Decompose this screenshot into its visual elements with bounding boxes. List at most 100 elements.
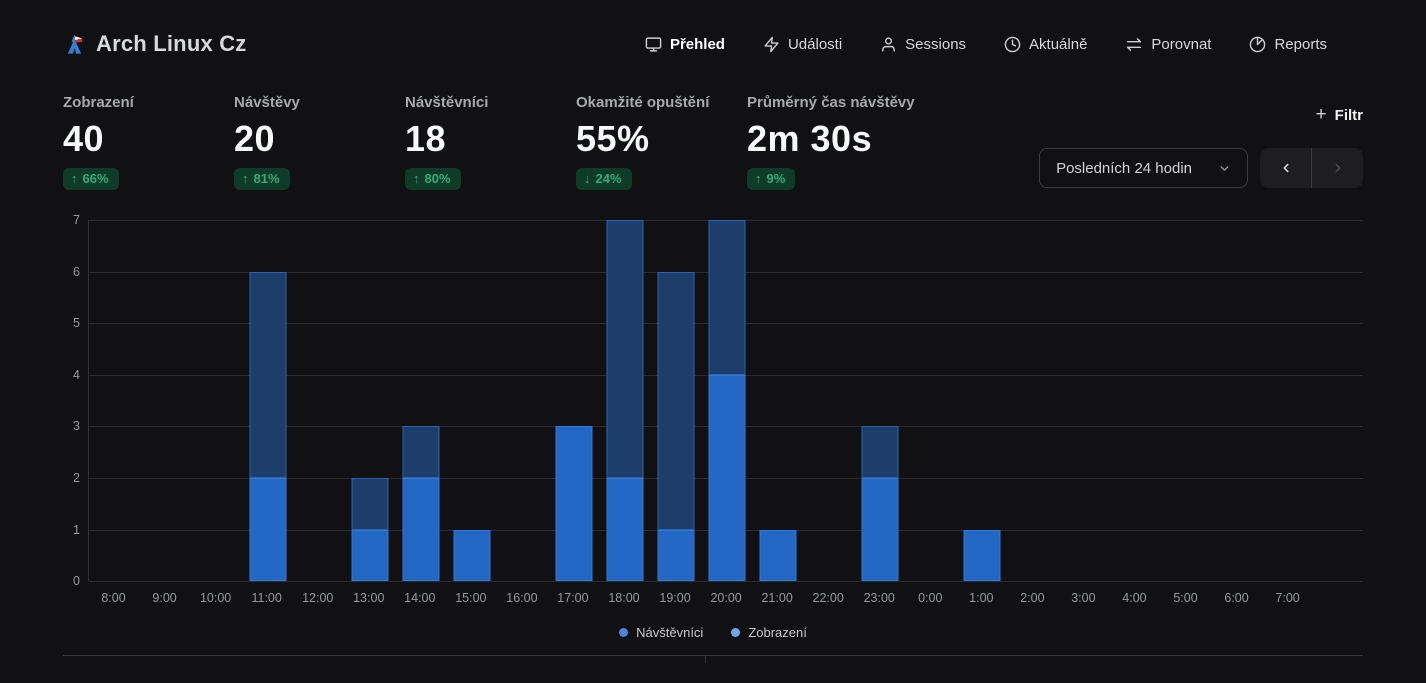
stat-change-badge: ↑ 66%: [63, 168, 119, 190]
next-period-button[interactable]: [1312, 148, 1363, 188]
date-range-value: Posledních 24 hodin: [1056, 160, 1192, 177]
stat-change: 66%: [83, 171, 109, 186]
x-tick-label: 7:00: [1262, 591, 1313, 605]
y-tick-label: 1: [73, 523, 80, 537]
x-tick-label: 5:00: [1160, 591, 1211, 605]
stat-value: 18: [405, 117, 576, 160]
nav-label: Porovnat: [1151, 36, 1211, 53]
arrow-down-icon: ↓: [584, 171, 591, 186]
nav-label: Přehled: [670, 36, 725, 53]
arrow-up-icon: ↑: [71, 171, 78, 186]
x-tick-label: 9:00: [139, 591, 190, 605]
lightning-icon: [763, 36, 780, 53]
nav-label: Sessions: [905, 36, 966, 53]
nav-item-reports[interactable]: Reports: [1249, 36, 1327, 53]
previous-period-button[interactable]: [1260, 148, 1311, 188]
bar-visitors: [657, 530, 694, 582]
site-title: Arch Linux Cz: [96, 31, 247, 57]
stat-value: 55%: [576, 117, 747, 160]
stat-navstevnici: Návštěvníci 18 ↑ 80%: [405, 94, 576, 190]
nav-item-prehled[interactable]: Přehled: [645, 36, 725, 53]
y-tick-label: 0: [73, 574, 80, 588]
legend-label: Zobrazení: [748, 625, 807, 640]
stat-navstevy: Návštěvy 20 ↑ 81%: [234, 94, 405, 190]
monitor-icon: [645, 36, 662, 53]
y-tick-label: 3: [73, 419, 80, 433]
nav-item-sessions[interactable]: Sessions: [880, 36, 966, 53]
stat-change-badge: ↑ 9%: [747, 168, 795, 190]
bottom-panels: [63, 655, 1363, 663]
date-pager: [1260, 148, 1363, 188]
legend-item[interactable]: Návštěvníci: [619, 625, 703, 640]
nav-item-udalosti[interactable]: Události: [763, 36, 842, 53]
x-tick-label: 16:00: [496, 591, 547, 605]
bar-views: [351, 478, 388, 530]
stat-change: 81%: [254, 171, 280, 186]
bar-visitors: [759, 530, 796, 582]
compare-arrows-icon: [1125, 36, 1143, 53]
y-tick-label: 5: [73, 316, 80, 330]
x-tick-label: 19:00: [650, 591, 701, 605]
bar-visitors: [708, 375, 745, 581]
y-tick-label: 2: [73, 471, 80, 485]
date-controls: Posledních 24 hodin: [1039, 148, 1363, 188]
bar-views: [657, 272, 694, 530]
legend-dot-icon: [731, 628, 740, 637]
bar-slot: [956, 220, 1007, 581]
legend-item[interactable]: Zobrazení: [731, 625, 807, 640]
x-tick-label: 20:00: [701, 591, 752, 605]
x-tick-label: 4:00: [1109, 591, 1160, 605]
nav-item-aktualne[interactable]: Aktuálně: [1004, 36, 1087, 53]
bar-slot: [752, 220, 803, 581]
plus-icon: +: [1316, 104, 1327, 126]
pages-panel-top-edge: [63, 655, 705, 663]
x-tick-label: 12:00: [292, 591, 343, 605]
main-nav: Přehled Události Sessions Aktuálně Porov…: [645, 36, 1327, 53]
stat-label: Návštěvy: [234, 94, 405, 111]
bar-slot: [140, 220, 191, 581]
bar-slot: [905, 220, 956, 581]
bar-views: [606, 220, 643, 478]
bar-slot: [650, 220, 701, 581]
x-tick-label: 1:00: [956, 591, 1007, 605]
bar-views: [249, 272, 286, 478]
stat-label: Průměrný čas návštěvy: [747, 94, 947, 111]
stat-change: 80%: [425, 171, 451, 186]
bar-slot: [446, 220, 497, 581]
bar-slot: [242, 220, 293, 581]
bar-slot: [1109, 220, 1160, 581]
stat-change-badge: ↓ 24%: [576, 168, 632, 190]
x-tick-label: 8:00: [88, 591, 139, 605]
x-tick-label: 17:00: [547, 591, 598, 605]
x-tick-label: 11:00: [241, 591, 292, 605]
x-tick-label: 6:00: [1211, 591, 1262, 605]
filter-button[interactable]: + Filtr: [1316, 104, 1363, 126]
bar-visitors: [861, 478, 898, 581]
x-tick-label: 23:00: [854, 591, 905, 605]
bar-slot: [293, 220, 344, 581]
stat-label: Návštěvníci: [405, 94, 576, 111]
x-tick-label: 3:00: [1058, 591, 1109, 605]
bar-slot: [344, 220, 395, 581]
chart-bars: [89, 220, 1363, 581]
bar-visitors: [351, 530, 388, 582]
bar-slot: [1211, 220, 1262, 581]
bar-slot: [803, 220, 854, 581]
bar-visitors: [249, 478, 286, 581]
x-tick-label: 13:00: [343, 591, 394, 605]
bar-views: [402, 426, 439, 478]
stat-change: 9%: [767, 171, 786, 186]
y-tick-label: 4: [73, 368, 80, 382]
bar-slot: [395, 220, 446, 581]
arrow-up-icon: ↑: [755, 171, 762, 186]
date-range-select[interactable]: Posledních 24 hodin: [1039, 148, 1248, 188]
filter-label: Filtr: [1335, 107, 1363, 124]
bar-slot: [1007, 220, 1058, 581]
bar-views: [861, 426, 898, 478]
chart-plot: [88, 220, 1363, 581]
chart-legend: Návštěvníci Zobrazení: [63, 625, 1363, 640]
x-tick-label: 18:00: [598, 591, 649, 605]
stat-change: 24%: [596, 171, 622, 186]
nav-item-porovnat[interactable]: Porovnat: [1125, 36, 1211, 53]
bar-slot: [701, 220, 752, 581]
